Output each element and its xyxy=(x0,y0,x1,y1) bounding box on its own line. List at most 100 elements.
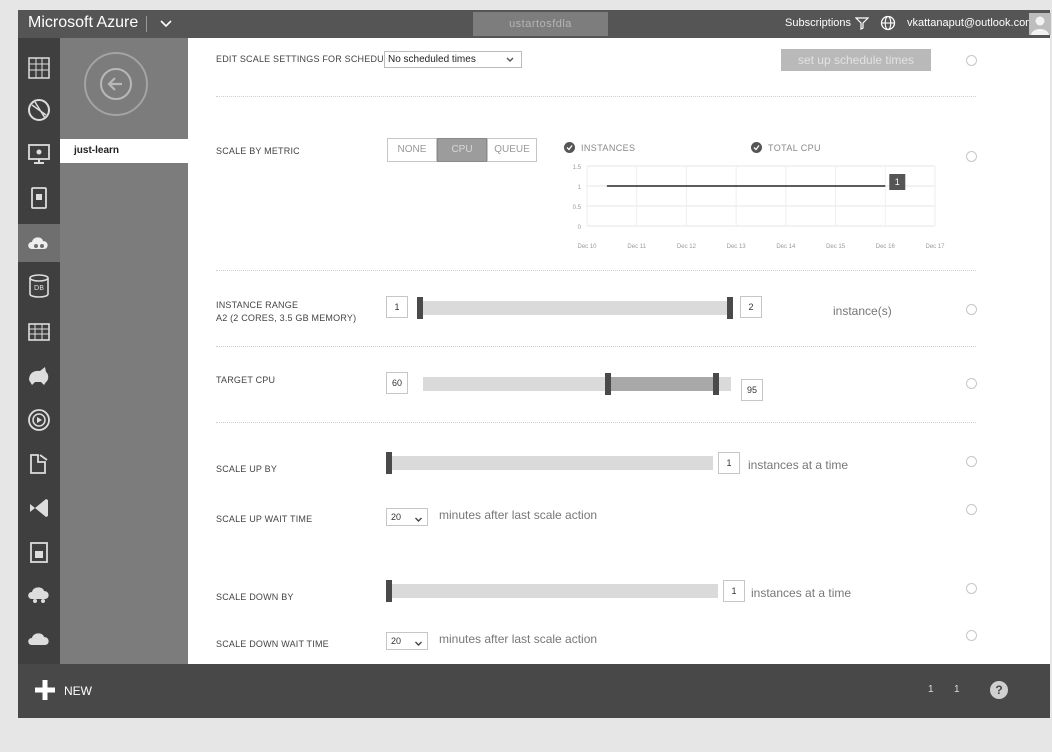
brand-divider xyxy=(146,16,147,32)
scale-down-input[interactable]: 1 xyxy=(723,580,745,602)
help-icon[interactable] xyxy=(966,304,977,315)
instances-chart: 1.5 1 0.5 0 Dec 10 Dec 11 Dec 12 Dec 13 Dec 14 De… xyxy=(573,165,946,250)
scale-down-handle[interactable] xyxy=(386,580,392,602)
scale-up-wait-suffix: minutes after last scale action xyxy=(439,508,598,522)
divider xyxy=(216,270,976,271)
schedule-selected: No scheduled times xyxy=(388,54,476,65)
end-value-label: 1 xyxy=(895,177,900,187)
mobile-icon[interactable] xyxy=(23,182,55,214)
instance-min-handle[interactable] xyxy=(417,297,423,319)
brand-title[interactable]: Microsoft Azure xyxy=(28,14,138,32)
globe-icon[interactable] xyxy=(880,15,896,31)
scale-up-handle[interactable] xyxy=(386,452,392,474)
schedule-select[interactable]: No scheduled times xyxy=(384,51,522,68)
status-count[interactable]: 1 xyxy=(954,684,960,695)
instance-max-input[interactable]: 2 xyxy=(740,296,762,318)
help-icon[interactable]: ? xyxy=(990,681,1008,699)
instance-max-handle[interactable] xyxy=(727,297,733,319)
media-icon[interactable] xyxy=(23,404,55,436)
scale-down-track[interactable] xyxy=(388,584,718,598)
target-cpu-min-input[interactable]: 60 xyxy=(386,372,408,394)
x-tick-label: Dec 14 xyxy=(776,244,796,250)
y-tick-label: 1 xyxy=(578,185,582,191)
chevron-down-icon xyxy=(414,513,423,522)
x-tick-label: Dec 17 xyxy=(925,244,945,250)
scale-down-wait-suffix: minutes after last scale action xyxy=(439,632,598,646)
avatar[interactable] xyxy=(1029,13,1051,35)
help-icon[interactable] xyxy=(966,504,977,515)
metric-option-queue[interactable]: QUEUE xyxy=(487,138,537,162)
help-icon[interactable] xyxy=(966,55,977,66)
cloud-services-icon[interactable] xyxy=(18,224,60,262)
svg-text:DB: DB xyxy=(34,284,44,292)
divider xyxy=(216,346,976,347)
scale-up-wait-select[interactable]: 20 xyxy=(386,508,428,526)
metric-option-cpu[interactable]: CPU xyxy=(437,138,487,162)
storage-icon[interactable] xyxy=(23,536,55,568)
metric-option-none[interactable]: NONE xyxy=(387,138,437,162)
globe-icon[interactable] xyxy=(23,94,55,126)
sidebar-item-just-learn[interactable]: just-learn xyxy=(60,139,188,163)
x-tick-label: Dec 11 xyxy=(627,244,646,250)
y-tick-label: 0.5 xyxy=(573,205,582,211)
instance-min-input[interactable]: 1 xyxy=(386,296,408,318)
set-up-schedule-button[interactable]: set up schedule times xyxy=(781,49,931,71)
subscriptions-link[interactable]: Subscriptions xyxy=(785,17,851,29)
left-nav: DB xyxy=(18,38,60,664)
target-cpu-label: TARGET CPU xyxy=(216,375,276,385)
schedule-label: EDIT SCALE SETTINGS FOR SCHEDULE xyxy=(216,54,396,64)
command-bar: NEW 1 1 ? xyxy=(18,664,1050,718)
table-icon[interactable] xyxy=(23,316,55,348)
legend-total-cpu-label: TOTAL CPU xyxy=(768,142,821,153)
filter-icon[interactable] xyxy=(854,16,870,30)
scale-down-label: SCALE DOWN BY xyxy=(216,592,294,602)
new-button[interactable]: NEW xyxy=(64,684,92,698)
metric-label: SCALE BY METRIC xyxy=(216,146,300,156)
scale-up-wait-value: 20 xyxy=(391,512,402,522)
notification-count[interactable]: 1 xyxy=(928,684,934,695)
scale-down-wait-value: 20 xyxy=(391,636,402,646)
account-email[interactable]: vkattanaput@outlook.com xyxy=(907,17,1034,29)
monitor-icon[interactable] xyxy=(23,138,55,170)
legend-total-cpu[interactable]: TOTAL CPU xyxy=(751,142,821,153)
target-cpu-max-handle[interactable] xyxy=(712,373,719,395)
scale-up-track[interactable] xyxy=(388,456,713,470)
help-icon[interactable] xyxy=(966,583,977,594)
help-icon[interactable] xyxy=(966,456,977,467)
scale-up-label: SCALE UP BY xyxy=(216,464,278,474)
legend-instances[interactable]: INSTANCES xyxy=(564,142,635,153)
x-tick-label: Dec 13 xyxy=(727,244,747,250)
automation-icon[interactable] xyxy=(23,448,55,480)
help-icon[interactable] xyxy=(966,630,977,641)
scale-down-wait-select[interactable]: 20 xyxy=(386,632,428,650)
back-button[interactable] xyxy=(84,52,148,116)
help-icon[interactable] xyxy=(966,378,977,389)
check-icon xyxy=(751,142,762,153)
top-center-label: ustartosfdla xyxy=(509,18,572,30)
network-icon[interactable] xyxy=(23,578,55,610)
arrow-left-icon xyxy=(100,68,132,100)
scale-up-wait-label: SCALE UP WAIT TIME xyxy=(216,514,313,524)
scale-up-input[interactable]: 1 xyxy=(718,452,740,474)
legend-instances-label: INSTANCES xyxy=(581,142,636,153)
cloud-icon[interactable] xyxy=(23,622,55,654)
top-center-tab[interactable]: ustartosfdla xyxy=(473,12,608,36)
check-icon xyxy=(564,142,575,153)
target-cpu-max-input[interactable]: 95 xyxy=(741,379,763,401)
target-cpu-min-handle[interactable] xyxy=(604,373,611,395)
x-tick-label: Dec 16 xyxy=(876,244,896,250)
y-tick-label: 0 xyxy=(578,225,582,231)
visual-studio-icon[interactable] xyxy=(23,492,55,524)
plus-icon[interactable] xyxy=(34,679,56,701)
instance-range-track[interactable] xyxy=(420,301,730,315)
help-icon[interactable] xyxy=(966,151,977,162)
sub-panel: just-learn xyxy=(60,38,188,664)
grid-icon[interactable] xyxy=(23,52,55,84)
chevron-down-icon xyxy=(414,637,423,646)
chevron-down-icon[interactable] xyxy=(156,15,176,33)
db-icon[interactable]: DB xyxy=(23,270,55,302)
hdinsight-icon[interactable] xyxy=(23,360,55,392)
x-tick-label: Dec 12 xyxy=(677,244,697,250)
x-tick-label: Dec 10 xyxy=(577,244,597,250)
divider xyxy=(216,96,976,97)
